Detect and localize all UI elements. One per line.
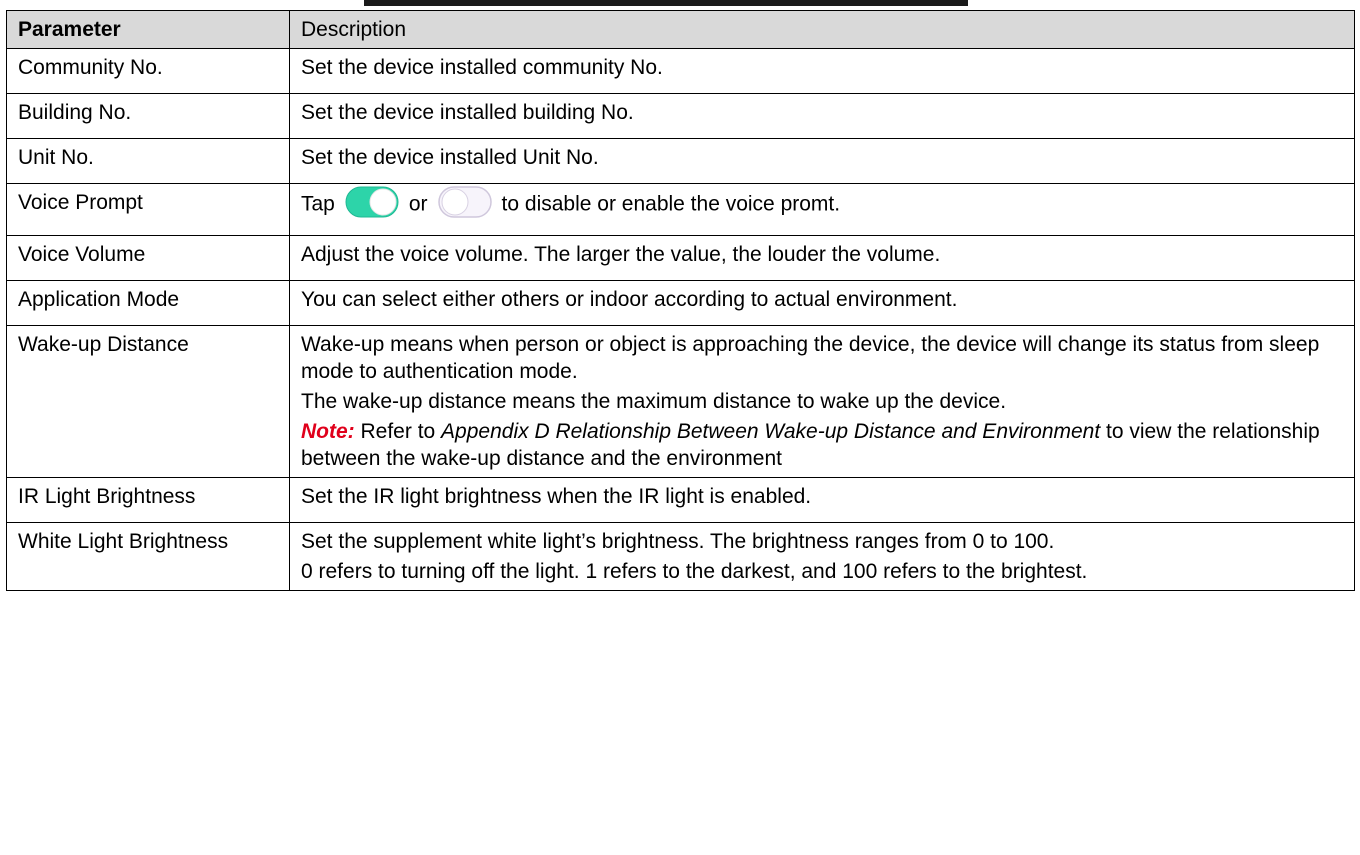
param-cell: Voice Prompt [6, 183, 290, 236]
desc-cell: Set the supplement white light’s brightn… [289, 522, 1355, 591]
note-text-pre: Refer to [354, 420, 442, 443]
table-row: Building No. Set the device installed bu… [6, 93, 1355, 139]
desc-cell: Tap or to disable or enable the voice pr… [289, 183, 1355, 236]
note-appendix-reference: Appendix D Relationship Between Wake-up … [441, 420, 1101, 443]
param-cell: Unit No. [6, 138, 290, 184]
note-paragraph: Note: Refer to Appendix D Relationship B… [301, 418, 1343, 472]
voice-prompt-text-middle: or [408, 192, 428, 216]
desc-cell: Wake-up means when person or object is a… [289, 325, 1355, 478]
header-description: Description [289, 10, 1355, 49]
top-black-bar [364, 0, 968, 6]
table-row: Wake-up Distance Wake-up means when pers… [6, 325, 1355, 478]
parameter-table: Parameter Description Community No. Set … [6, 10, 1355, 591]
param-cell: White Light Brightness [6, 522, 290, 591]
param-cell: Community No. [6, 48, 290, 94]
header-parameter: Parameter [6, 10, 290, 49]
toggle-off-icon [437, 186, 492, 218]
param-cell: IR Light Brightness [6, 477, 290, 523]
desc-cell: Set the device installed Unit No. [289, 138, 1355, 184]
param-cell: Wake-up Distance [6, 325, 290, 478]
table-row: Voice Prompt Tap or to disable or enable… [6, 183, 1355, 236]
param-cell: Building No. [6, 93, 290, 139]
desc-cell: Set the IR light brightness when the IR … [289, 477, 1355, 523]
table-row: Voice Volume Adjust the voice volume. Th… [6, 235, 1355, 281]
note-label: Note: [301, 420, 355, 443]
table-header-row: Parameter Description [6, 10, 1355, 49]
param-cell: Application Mode [6, 280, 290, 326]
desc-cell: Adjust the voice volume. The larger the … [289, 235, 1355, 281]
voice-prompt-text-before: Tap [301, 192, 335, 216]
table-row: Unit No. Set the device installed Unit N… [6, 138, 1355, 184]
desc-paragraph: Wake-up means when person or object is a… [301, 333, 1320, 383]
param-cell: Voice Volume [6, 235, 290, 281]
table-row: Application Mode You can select either o… [6, 280, 1355, 326]
desc-paragraph: The wake-up distance means the maximum d… [301, 390, 1007, 413]
desc-paragraph: Set the supplement white light’s brightn… [301, 530, 1055, 553]
desc-cell: Set the device installed building No. [289, 93, 1355, 139]
table-row: White Light Brightness Set the supplemen… [6, 522, 1355, 591]
table-row: IR Light Brightness Set the IR light bri… [6, 477, 1355, 523]
desc-cell: You can select either others or indoor a… [289, 280, 1355, 326]
toggle-on-icon [345, 186, 399, 218]
desc-cell: Set the device installed community No. [289, 48, 1355, 94]
desc-paragraph: 0 refers to turning off the light. 1 ref… [301, 560, 1088, 583]
table-row: Community No. Set the device installed c… [6, 48, 1355, 94]
voice-prompt-text-after: to disable or enable the voice promt. [501, 192, 841, 216]
